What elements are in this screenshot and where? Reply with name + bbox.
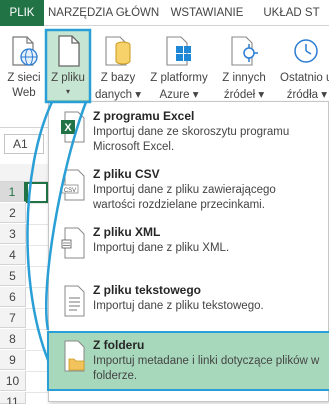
from-file-label-line1: Z pliku: [51, 72, 85, 84]
menu-item-from-xml[interactable]: Z pliku XML Importuj dane z pliku XML.: [49, 220, 329, 276]
xml-file-icon: [61, 227, 85, 259]
row-header-9[interactable]: 9: [0, 350, 26, 370]
tab-file[interactable]: PLIK: [0, 0, 44, 26]
from-other-sources-label-line1: Z innych: [222, 72, 266, 84]
tab-home[interactable]: NARZĘDZIA GŁÓWNE: [48, 0, 160, 26]
recent-sources-label-line1: Ostatnio uży: [280, 72, 329, 84]
from-file-dropdown-caret: ▾: [65, 87, 70, 96]
row-header-7[interactable]: 7: [0, 308, 26, 328]
menu-item-title: Z pliku CSV: [93, 167, 160, 181]
database-icon: [105, 36, 131, 66]
from-other-sources-label-line2: źródeł ▾: [223, 89, 265, 101]
file-icon: [58, 35, 80, 67]
from-web-button[interactable]: Z sieci Web: [2, 30, 46, 124]
menu-item-description: Importuj dane z pliku XML.: [93, 242, 230, 254]
from-file-dropdown-menu: X Z programu Excel Importuj dane ze skor…: [47, 101, 329, 402]
menu-item-title: Z pliku XML: [93, 225, 161, 239]
text-file-icon: [64, 285, 85, 317]
row-header-6[interactable]: 6: [0, 287, 26, 307]
row-header-10[interactable]: 10: [0, 371, 26, 391]
row-header-1[interactable]: 1: [0, 182, 26, 202]
menu-item-title: Z programu Excel: [93, 109, 195, 123]
from-file-button[interactable]: Z pliku ▾: [46, 29, 90, 101]
from-azure-label-line1: Z platformy: [150, 72, 208, 84]
row-header-3[interactable]: 3: [0, 224, 26, 244]
menu-item-from-excel[interactable]: X Z programu Excel Importuj dane ze skor…: [49, 104, 329, 160]
row-header-4[interactable]: 4: [0, 245, 26, 265]
menu-item-from-csv[interactable]: CSV Z pliku CSV Importuj dane z pliku za…: [49, 162, 329, 218]
menu-item-from-text[interactable]: Z pliku tekstowego Importuj dane z pliku…: [49, 278, 329, 334]
menu-item-description: Importuj metadane i linki dotyczące plik…: [93, 355, 320, 382]
menu-item-description: Importuj dane z pliku zawierającego wart…: [93, 184, 276, 211]
row-header-5[interactable]: 5: [0, 266, 26, 286]
menu-item-description: Importuj dane z pliku tekstowego.: [93, 300, 264, 312]
tab-insert[interactable]: WSTAWIANIE: [164, 0, 250, 26]
svg-text:CSV: CSV: [64, 188, 76, 194]
ribbon-tab-bar: PLIK NARZĘDZIA GŁÓWNE WSTAWIANIE UKŁAD S…: [0, 0, 329, 26]
recent-sources-icon: [293, 39, 318, 63]
from-database-label-line1: Z bazy: [100, 72, 136, 84]
from-web-label-line2: Web: [12, 87, 36, 99]
from-database-label-line2: danych ▾: [94, 89, 142, 101]
from-azure-label-line2: Azure ▾: [159, 89, 199, 101]
menu-item-description: Importuj dane ze skoroszytu programu Mic…: [93, 126, 290, 153]
name-box[interactable]: A1: [4, 134, 44, 154]
other-sources-icon: [231, 36, 258, 66]
row-header-2[interactable]: 2: [0, 203, 26, 223]
menu-item-from-folder[interactable]: Z folderu Importuj metadane i linki doty…: [47, 331, 329, 391]
folder-icon: [64, 340, 85, 372]
globe-page-icon: [12, 36, 38, 66]
row-header-11[interactable]: 11: [0, 392, 26, 404]
excel-file-icon: X: [61, 111, 85, 143]
row-header-8[interactable]: 8: [0, 329, 26, 349]
azure-windows-icon: [166, 36, 191, 66]
active-cell-a1[interactable]: [26, 182, 48, 203]
from-web-label-line1: Z sieci: [7, 72, 41, 84]
csv-file-icon: CSV: [61, 169, 85, 201]
recent-sources-label-line2: źródła ▾: [286, 89, 327, 101]
menu-item-title: Z pliku tekstowego: [93, 283, 202, 297]
menu-item-title: Z folderu: [93, 338, 145, 352]
svg-text:X: X: [64, 122, 72, 134]
tab-page-layout[interactable]: UKŁAD ST: [254, 0, 329, 26]
